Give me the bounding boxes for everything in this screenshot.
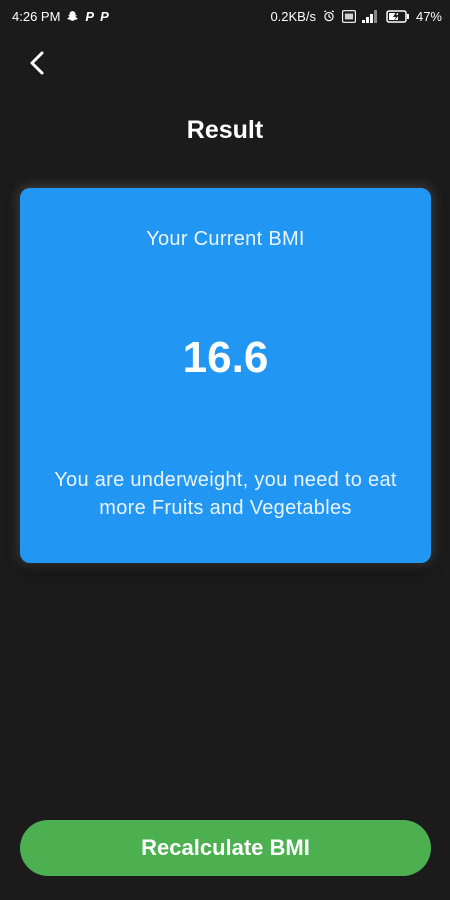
bmi-label: Your Current BMI xyxy=(146,228,305,250)
status-bar: 4:26 PM P P 0.2KB/s 47% xyxy=(0,0,450,32)
result-card: Your Current BMI 16.6 You are underweigh… xyxy=(20,188,431,563)
bmi-message: You are underweight, you need to eat mor… xyxy=(54,469,397,519)
volte-icon xyxy=(341,9,356,23)
chevron-left-icon xyxy=(27,50,47,81)
status-left: 4:26 PM P P xyxy=(12,9,109,24)
snapchat-icon xyxy=(66,10,79,23)
status-right: 0.2KB/s 47% xyxy=(270,9,442,24)
p-icon: P xyxy=(85,8,95,24)
alarm-icon xyxy=(322,9,336,23)
p-icon: P xyxy=(100,8,109,24)
battery-percent: 47% xyxy=(415,8,442,24)
back-button[interactable] xyxy=(22,50,52,80)
status-time: 4:26 PM xyxy=(12,8,61,24)
recalculate-button[interactable]: Recalculate BMI xyxy=(20,820,431,876)
result-screen: 4:26 PM P P 0.2KB/s 47% Result Your Curr… xyxy=(0,0,450,900)
signal-icon xyxy=(361,9,380,23)
bmi-value: 16.6 xyxy=(182,333,269,382)
network-speed: 0.2KB/s xyxy=(270,8,316,24)
page-title: Result xyxy=(186,116,264,144)
battery-icon xyxy=(386,9,410,23)
